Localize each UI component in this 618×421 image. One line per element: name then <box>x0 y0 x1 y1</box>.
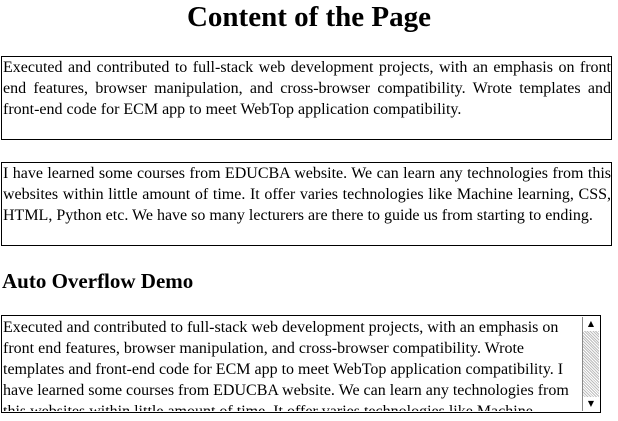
content-box-educba: I have learned some courses from EDUCBA … <box>1 162 612 246</box>
scroll-down-icon[interactable]: ▼ <box>583 397 599 411</box>
page-title: Content of the Page <box>186 1 432 33</box>
section-heading: Auto Overflow Demo <box>2 269 194 293</box>
vertical-scrollbar[interactable]: ▲ ▼ <box>582 317 599 411</box>
auto-overflow-box[interactable]: Executed and contributed to full-stack w… <box>1 315 601 413</box>
auto-overflow-text: Executed and contributed to full-stack w… <box>3 319 569 411</box>
content-box-experience: Executed and contributed to full-stack w… <box>1 56 612 140</box>
scroll-up-icon[interactable]: ▲ <box>583 317 599 331</box>
